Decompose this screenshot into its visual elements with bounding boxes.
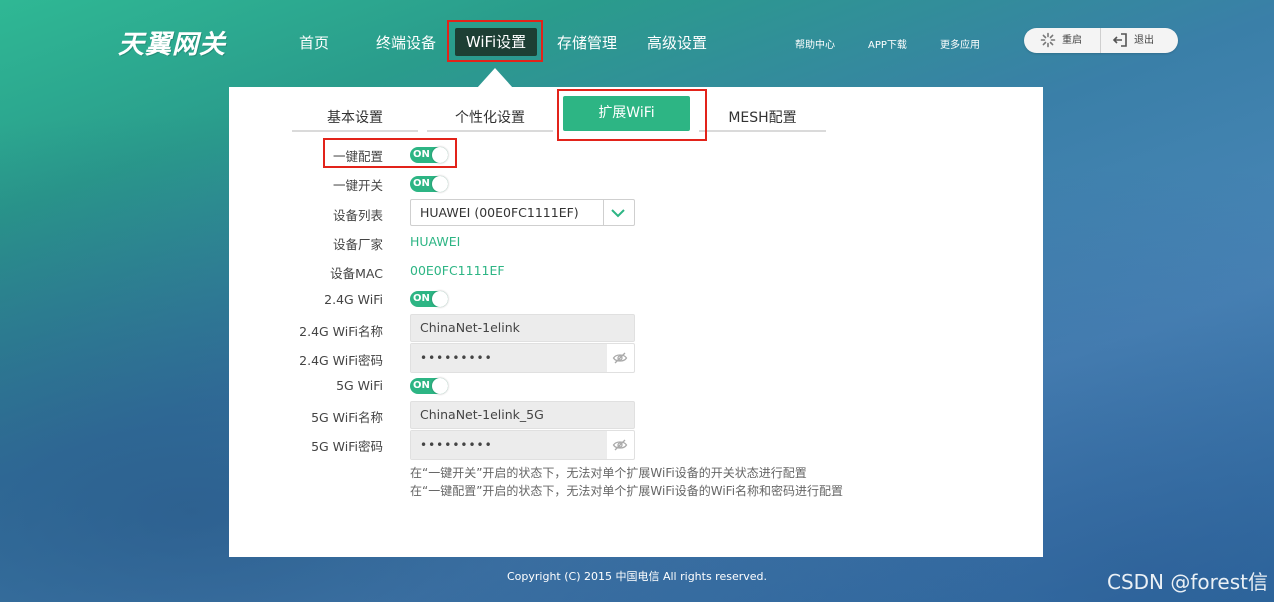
brand-logo: 天翼网关 <box>118 30 227 60</box>
nav-caret <box>477 68 513 88</box>
help-center-link[interactable]: 帮助中心 <box>795 36 835 51</box>
device-list-label: 设备列表 <box>332 208 383 223</box>
wifi5-name-input[interactable]: ChinaNet-1elink_5G <box>410 401 635 429</box>
one-key-switch-toggle[interactable]: ON <box>410 176 448 192</box>
wifi24-pwd-label: 2.4G WiFi密码 <box>299 353 383 368</box>
wifi24-name-input[interactable]: ChinaNet-1elink <box>410 314 635 342</box>
toggle-state: ON <box>413 293 430 304</box>
hint-note: 在“一键配置”开启的状态下，无法对单个扩展WiFi设备的WiFi名称和密码进行配… <box>410 484 844 498</box>
wifi24-password-input[interactable]: ••••••••• <box>411 344 607 372</box>
toggle-knob <box>432 291 448 307</box>
wifi5-label: 5G WiFi <box>336 378 383 393</box>
settings-panel: 基本设置 个性化设置 扩展WiFi MESH配置 一键配置 ON 一键开关 ON… <box>229 87 1043 557</box>
footer-copyright: Copyright (C) 2015 中国电信 All rights reser… <box>506 570 768 583</box>
reboot-button[interactable]: 重启 <box>1040 28 1082 53</box>
wifi24-name-label: 2.4G WiFi名称 <box>299 324 383 339</box>
mac-label: 设备MAC <box>330 266 383 281</box>
logout-button[interactable]: 退出 <box>1112 28 1154 53</box>
nav-item-storage[interactable]: 存储管理 <box>557 32 617 53</box>
reboot-label: 重启 <box>1062 35 1082 46</box>
vendor-value: HUAWEI <box>410 234 461 249</box>
wifi5-name-label: 5G WiFi名称 <box>311 410 383 425</box>
wifi5-password-input[interactable]: ••••••••• <box>411 431 607 459</box>
hint-note: 在“一键开关”开启的状态下，无法对单个扩展WiFi设备的开关状态进行配置 <box>410 466 807 480</box>
one-key-switch-label: 一键开关 <box>332 178 383 193</box>
device-list-value: HUAWEI (00E0FC1111EF) <box>420 205 579 220</box>
reboot-icon <box>1040 32 1056 48</box>
logout-icon <box>1112 33 1127 47</box>
wifi24-toggle[interactable]: ON <box>410 291 448 307</box>
vendor-label: 设备厂家 <box>332 237 383 252</box>
eye-off-icon[interactable] <box>612 437 628 453</box>
wifi24-label: 2.4G WiFi <box>324 292 383 307</box>
tab-personalization[interactable]: 个性化设置 <box>427 104 553 132</box>
wifi5-password-field[interactable]: ••••••••• <box>410 430 635 460</box>
toggle-knob <box>432 147 448 163</box>
one-key-config-label: 一键配置 <box>332 149 383 164</box>
wifi24-password-field[interactable]: ••••••••• <box>410 343 635 373</box>
one-key-config-toggle[interactable]: ON <box>410 147 448 163</box>
tab-mesh-config[interactable]: MESH配置 <box>699 104 826 132</box>
mac-value: 00E0FC1111EF <box>410 263 505 278</box>
nav-item-advanced[interactable]: 高级设置 <box>647 32 707 53</box>
toggle-state: ON <box>413 178 430 189</box>
toggle-knob <box>432 378 448 394</box>
chevron-down-icon <box>611 209 625 218</box>
nav-item-devices[interactable]: 终端设备 <box>376 32 436 53</box>
eye-off-icon[interactable] <box>612 350 628 366</box>
tab-extend-wifi[interactable]: 扩展WiFi <box>563 96 690 131</box>
toggle-state: ON <box>413 149 430 160</box>
watermark: CSDN @forest信 <box>1106 570 1268 594</box>
wifi5-pwd-label: 5G WiFi密码 <box>311 439 383 454</box>
toggle-knob <box>432 176 448 192</box>
tab-basic-settings[interactable]: 基本设置 <box>292 104 418 132</box>
more-apps-link[interactable]: 更多应用 <box>940 36 980 51</box>
app-download-link[interactable]: APP下载 <box>868 36 907 51</box>
toggle-state: ON <box>413 380 430 391</box>
logout-label: 退出 <box>1134 35 1154 46</box>
system-actions: 重启 退出 <box>1024 28 1178 53</box>
select-divider <box>603 200 604 225</box>
device-list-select[interactable]: HUAWEI (00E0FC1111EF) <box>410 199 635 226</box>
nav-item-home[interactable]: 首页 <box>299 32 329 53</box>
pill-divider <box>1100 28 1101 53</box>
wifi5-toggle[interactable]: ON <box>410 378 448 394</box>
nav-item-wifi-settings[interactable]: WiFi设置 <box>455 28 537 56</box>
